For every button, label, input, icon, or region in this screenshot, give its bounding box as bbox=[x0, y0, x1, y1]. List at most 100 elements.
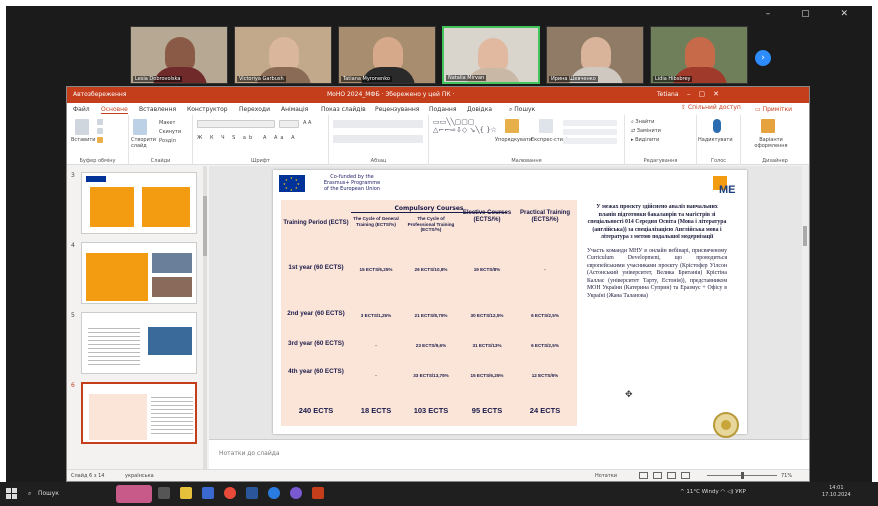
taskbar-clock[interactable]: 14:01 17.10.2024 bbox=[822, 485, 851, 499]
new-slide-icon[interactable] bbox=[133, 119, 147, 135]
table-cell: 21 ECTS/8,75% bbox=[414, 313, 448, 318]
zoom-level[interactable]: 71% bbox=[781, 473, 792, 479]
shapes-gallery[interactable]: ▭▭╲╲▢▢▢ △⌐⌐⇨⇩◇ ↘╲{ }☆ bbox=[433, 118, 497, 134]
slideshow-icon[interactable] bbox=[681, 472, 690, 479]
shape-fill-button[interactable] bbox=[563, 120, 617, 126]
video-tile[interactable]: Tatiana Myronenko bbox=[338, 26, 436, 84]
video-tile[interactable]: Victoriya Garbush bbox=[234, 26, 332, 84]
volume-icon[interactable]: ◁) bbox=[727, 489, 735, 495]
video-tile[interactable]: Ирина Шевченко bbox=[546, 26, 644, 84]
microphone-icon[interactable] bbox=[713, 119, 721, 133]
copy-icon[interactable] bbox=[97, 128, 103, 134]
dictate-button[interactable]: Надиктувати bbox=[698, 137, 733, 143]
tab-animations[interactable]: Анімація bbox=[281, 106, 308, 113]
weather-widget[interactable]: 11°C Windy bbox=[686, 489, 718, 495]
replace-button[interactable]: ⇄ Замінити bbox=[631, 128, 661, 134]
search-box[interactable]: ⌕ Пошук bbox=[509, 106, 535, 114]
design-ideas-button[interactable]: Варіанти оформлення bbox=[747, 137, 795, 149]
autosave-toggle[interactable]: Автозбереження bbox=[73, 91, 126, 98]
font-color-buttons[interactable]: A Aa A bbox=[263, 135, 298, 141]
format-painter-icon[interactable] bbox=[97, 137, 103, 143]
tab-home[interactable]: Основне bbox=[101, 106, 128, 114]
paste-icon[interactable] bbox=[75, 119, 89, 135]
shape-effects-button[interactable] bbox=[563, 138, 617, 144]
slide-thumbnail-3[interactable] bbox=[81, 172, 197, 234]
taskbar-search[interactable]: ⌕ Пошук bbox=[22, 486, 118, 502]
task-view-icon[interactable] bbox=[158, 487, 170, 499]
tab-review[interactable]: Рецензування bbox=[375, 106, 419, 113]
font-format-buttons[interactable]: Ж К Ч S ab bbox=[197, 135, 255, 141]
section-button[interactable]: Розділ bbox=[159, 138, 176, 144]
tab-slideshow[interactable]: Показ слайдів bbox=[321, 106, 366, 113]
paste-button[interactable]: Вставити bbox=[71, 137, 96, 143]
font-size-select[interactable] bbox=[279, 120, 299, 128]
layout-button[interactable]: Макет bbox=[159, 120, 175, 126]
tab-view[interactable]: Подання bbox=[429, 106, 456, 113]
search-highlight-image[interactable] bbox=[116, 485, 152, 503]
language-indicator[interactable]: УКР bbox=[735, 489, 746, 495]
find-button[interactable]: ⌕ Знайти bbox=[631, 119, 654, 125]
normal-view-icon[interactable] bbox=[639, 472, 648, 479]
video-tile-active-speaker[interactable]: Natalia Mirvan bbox=[442, 26, 540, 84]
designer-icon[interactable] bbox=[761, 119, 775, 133]
notes-pane[interactable]: Нотатки до слайда bbox=[209, 439, 809, 469]
ribbon-group-slides: Створити слайд Макет Скинути Розділ Слай… bbox=[129, 115, 193, 165]
ppt-window-controls[interactable]: –▢✕ bbox=[687, 90, 727, 98]
thumbnails-scrollbar[interactable] bbox=[203, 166, 207, 470]
comments-button[interactable]: ▭ Примітки bbox=[755, 106, 792, 113]
curriculum-table: Compulsory Courses Training Period (ECTS… bbox=[281, 200, 577, 426]
select-button[interactable]: ▸ Виділити bbox=[631, 137, 659, 143]
arrange-button[interactable]: Упорядкувати bbox=[495, 137, 532, 143]
paragraph-align-buttons[interactable] bbox=[333, 135, 423, 143]
tab-transitions[interactable]: Переходи bbox=[239, 106, 270, 113]
word-icon[interactable] bbox=[246, 487, 258, 499]
viber-icon[interactable] bbox=[290, 487, 302, 499]
video-tile[interactable]: Lesia Dobrovolska bbox=[130, 26, 228, 84]
participant-name: Ирина Шевченко bbox=[549, 76, 598, 82]
shape-outline-button[interactable] bbox=[563, 129, 617, 135]
font-family-select[interactable] bbox=[197, 120, 275, 128]
gallery-next-page-button[interactable]: › bbox=[755, 50, 771, 66]
zoom-slider[interactable] bbox=[707, 472, 777, 479]
tab-file[interactable]: Файл bbox=[73, 106, 90, 113]
participant-name: Natalia Mirvan bbox=[446, 75, 487, 81]
language-indicator[interactable]: українська bbox=[125, 473, 154, 479]
reading-view-icon[interactable] bbox=[667, 472, 676, 479]
share-button[interactable]: ⇪ Спільний доступ bbox=[681, 104, 741, 114]
slide-scrollbar[interactable] bbox=[802, 166, 808, 439]
zoom-app-icon[interactable] bbox=[268, 487, 280, 499]
video-tile[interactable]: Lidia Hibsbrey bbox=[650, 26, 748, 84]
new-slide-button[interactable]: Створити слайд bbox=[131, 137, 157, 149]
notes-toggle-button[interactable]: Нотатки bbox=[595, 473, 617, 479]
slide-text-box[interactable]: У межах проєкту здійснено аналіз навчаль… bbox=[587, 204, 727, 300]
tab-help[interactable]: Довідка bbox=[467, 106, 492, 113]
windows-start-icon[interactable] bbox=[6, 488, 17, 499]
participant-name: Lesia Dobrovolska bbox=[133, 76, 183, 82]
slide-body-text: Участь команди МНУ в онлайн вебінарі, пр… bbox=[587, 247, 727, 299]
sorter-view-icon[interactable] bbox=[653, 472, 662, 479]
reset-button[interactable]: Скинути bbox=[159, 129, 181, 135]
account-name[interactable]: Tetiana bbox=[657, 91, 679, 98]
tab-insert[interactable]: Вставлення bbox=[139, 106, 176, 113]
mail-icon[interactable] bbox=[202, 487, 214, 499]
table-cell: 15 ECTS/6,25% bbox=[359, 267, 393, 272]
chrome-icon[interactable] bbox=[224, 487, 236, 499]
slide-thumbnail-6-selected[interactable] bbox=[81, 382, 197, 444]
powerpoint-icon[interactable] bbox=[312, 487, 324, 499]
slide-thumbnail-4[interactable] bbox=[81, 242, 197, 304]
ribbon: Вставити Буфер обміну Створити слайд Мак… bbox=[67, 115, 809, 165]
ribbon-group-drawing: ▭▭╲╲▢▢▢ △⌐⌐⇨⇩◇ ↘╲{ }☆ Упорядкувати Експр… bbox=[429, 115, 625, 165]
column-header: The Cycle of Professional Training (ECTS… bbox=[407, 216, 455, 232]
paragraph-list-buttons[interactable] bbox=[333, 120, 423, 128]
quick-styles-icon[interactable] bbox=[539, 119, 553, 133]
total-cell: 18 ECTS bbox=[360, 406, 392, 415]
file-explorer-icon[interactable] bbox=[180, 487, 192, 499]
slide-thumbnail-5[interactable] bbox=[81, 312, 197, 374]
system-tray[interactable]: ^ 11°C Windy ◠ ◁) УКР bbox=[680, 489, 746, 495]
window-controls[interactable]: – ▢ ✕ bbox=[766, 9, 862, 19]
current-slide[interactable]: ★ ★ ★ ★ ★ ★ ★ ★ Co-funded by the Erasmus+ Pro… bbox=[273, 170, 747, 438]
font-size-buttons[interactable]: A A bbox=[303, 120, 311, 126]
arrange-icon[interactable] bbox=[505, 119, 519, 133]
cut-icon[interactable] bbox=[97, 119, 103, 125]
tab-design[interactable]: Конструктор bbox=[187, 106, 228, 113]
